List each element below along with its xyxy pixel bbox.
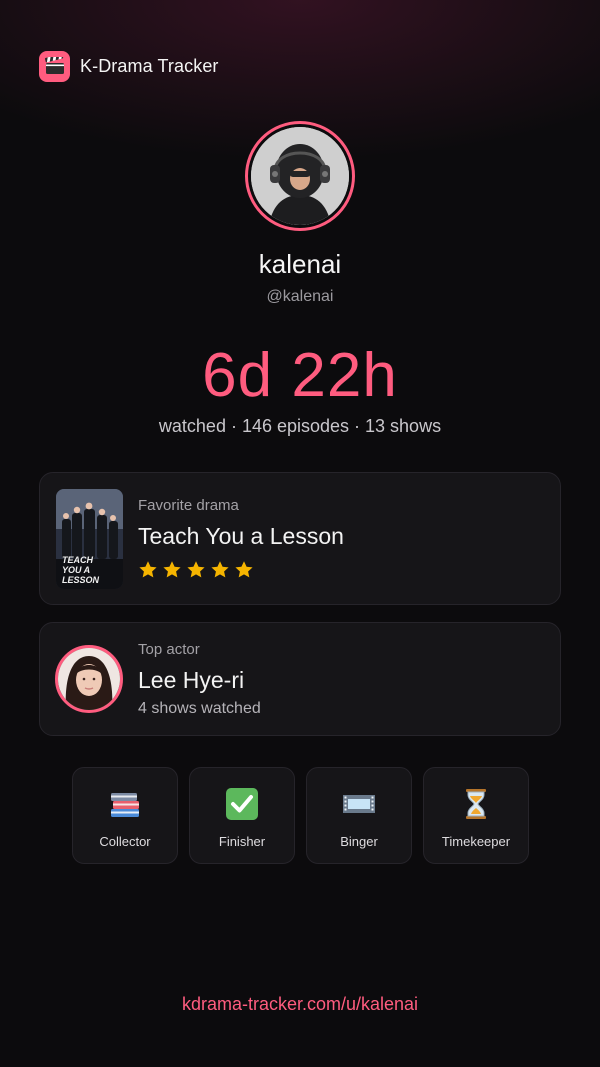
clapperboard-icon <box>39 50 70 82</box>
hourglass-icon <box>458 786 494 822</box>
badge-label: Finisher <box>218 834 266 849</box>
badge-binger: Binger <box>306 767 412 864</box>
star-icon <box>163 561 181 578</box>
avatar-image <box>251 127 349 225</box>
star-icon <box>211 561 229 578</box>
check-mark-icon <box>224 786 260 822</box>
achievement-badges: Collector Finisher Binger Timekeeper <box>72 767 529 864</box>
poster-title: TEACH YOU A LESSON <box>62 555 100 585</box>
badge-label: Binger <box>340 834 378 849</box>
top-actor-card: Top actor Lee Hye-ri 4 shows watched <box>39 622 561 736</box>
star-icon <box>235 561 253 578</box>
star-icon <box>187 561 205 578</box>
badge-label: Collector <box>99 834 151 849</box>
display-name: kalenai <box>258 249 342 279</box>
user-handle: @kalenai <box>266 288 334 305</box>
favorite-drama-title: Teach You a Lesson <box>138 523 344 549</box>
top-actor-detail: 4 shows watched <box>138 700 261 717</box>
books-icon <box>107 786 143 822</box>
watch-stats: watched · 146 episodes · 13 shows <box>158 416 442 436</box>
badge-collector: Collector <box>72 767 178 864</box>
top-actor-name: Lee Hye-ri <box>138 667 245 693</box>
app-title: K-Drama Tracker <box>80 55 219 76</box>
actor-photo <box>55 645 123 713</box>
badge-finisher: Finisher <box>189 767 295 864</box>
total-watch-time: 6d 22h <box>202 341 398 410</box>
star-icon <box>139 561 157 578</box>
drama-poster: TEACH YOU A LESSON <box>56 489 123 589</box>
favorite-drama-label: Favorite drama <box>138 497 239 514</box>
star-rating <box>138 560 254 580</box>
film-strip-icon <box>341 786 377 822</box>
avatar <box>245 121 355 231</box>
app-header: K-Drama Tracker <box>39 50 219 82</box>
profile-link[interactable]: kdrama-tracker.com/u/kalenai <box>0 994 600 1015</box>
badge-label: Timekeeper <box>441 834 511 849</box>
favorite-drama-card: TEACH YOU A LESSON Favorite drama Teach … <box>39 472 561 605</box>
badge-timekeeper: Timekeeper <box>423 767 529 864</box>
top-actor-label: Top actor <box>138 641 200 658</box>
profile-share-card: K-Drama Tracker kalenai @kalenai 6d 22h … <box>0 0 600 1067</box>
